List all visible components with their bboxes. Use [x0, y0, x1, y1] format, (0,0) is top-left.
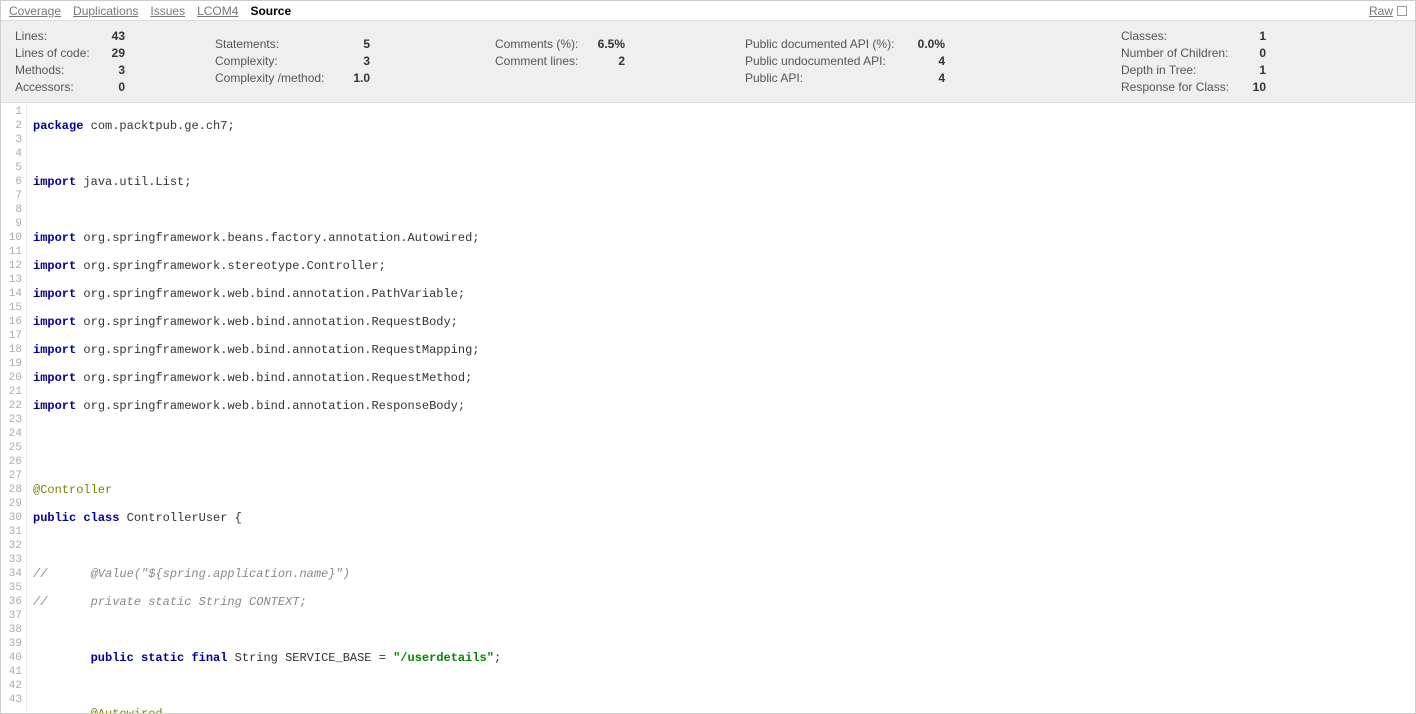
metric-rfc-value: 10 [1241, 80, 1266, 94]
metric-methods-label: Methods: [15, 63, 95, 77]
metrics-group-comments: Comments (%):6.5% Comment lines:2 [495, 29, 745, 94]
raw-link[interactable]: Raw [1369, 4, 1407, 18]
metric-comments-pct-label: Comments (%): [495, 37, 590, 51]
new-window-icon [1397, 6, 1407, 16]
tab-issues[interactable]: Issues [150, 4, 185, 18]
code-area: 1234567891011121314151617181920212223242… [1, 103, 1415, 714]
metric-loc-value: 29 [95, 46, 125, 60]
metric-classes-label: Classes: [1121, 29, 1241, 43]
metric-depth-label: Depth in Tree: [1121, 63, 1241, 77]
metric-complexity-label: Complexity: [215, 54, 340, 68]
metric-classes-value: 1 [1241, 29, 1266, 43]
metric-depth-value: 1 [1241, 63, 1266, 77]
metric-lines-label: Lines: [15, 29, 95, 43]
tab-lcom4[interactable]: LCOM4 [197, 4, 238, 18]
metrics-group-complexity: Statements:5 Complexity:3 Complexity /me… [215, 29, 495, 94]
metric-cpm-value: 1.0 [340, 71, 370, 85]
line-gutter: 1234567891011121314151617181920212223242… [1, 103, 27, 714]
metric-comment-lines-value: 2 [590, 54, 625, 68]
metric-pub-undoc-value: 4 [910, 54, 945, 68]
metric-comment-lines-label: Comment lines: [495, 54, 590, 68]
metric-lines-value: 43 [95, 29, 125, 43]
metrics-group-size: Lines:43 Lines of code:29 Methods:3 Acce… [15, 29, 215, 94]
source-code: package com.packtpub.ge.ch7; import java… [27, 103, 595, 714]
metric-methods-value: 3 [95, 63, 125, 77]
tab-source[interactable]: Source [250, 4, 291, 18]
raw-label: Raw [1369, 4, 1393, 18]
metric-pub-doc-label: Public documented API (%): [745, 37, 910, 51]
metric-pub-api-value: 4 [910, 71, 945, 85]
metric-rfc-label: Response for Class: [1121, 80, 1241, 94]
metric-loc-label: Lines of code: [15, 46, 95, 60]
metric-comments-pct-value: 6.5% [590, 37, 625, 51]
tab-duplications[interactable]: Duplications [73, 4, 138, 18]
metric-pub-undoc-label: Public undocumented API: [745, 54, 910, 68]
metric-complexity-value: 3 [340, 54, 370, 68]
metric-statements-value: 5 [340, 37, 370, 51]
tabs-bar: Coverage Duplications Issues LCOM4 Sourc… [1, 1, 1415, 21]
metric-statements-label: Statements: [215, 37, 340, 51]
metrics-group-api: Public documented API (%):0.0% Public un… [745, 29, 1115, 94]
metrics-group-design: Classes:1 Number of Children:0 Depth in … [1121, 29, 1401, 94]
metric-children-label: Number of Children: [1121, 46, 1241, 60]
metric-children-value: 0 [1241, 46, 1266, 60]
metric-pub-doc-value: 0.0% [910, 37, 945, 51]
metric-accessors-label: Accessors: [15, 80, 95, 94]
metrics-panel: Lines:43 Lines of code:29 Methods:3 Acce… [1, 21, 1415, 103]
metric-pub-api-label: Public API: [745, 71, 910, 85]
tab-coverage[interactable]: Coverage [9, 4, 61, 18]
metric-accessors-value: 0 [95, 80, 125, 94]
metric-cpm-label: Complexity /method: [215, 71, 340, 85]
